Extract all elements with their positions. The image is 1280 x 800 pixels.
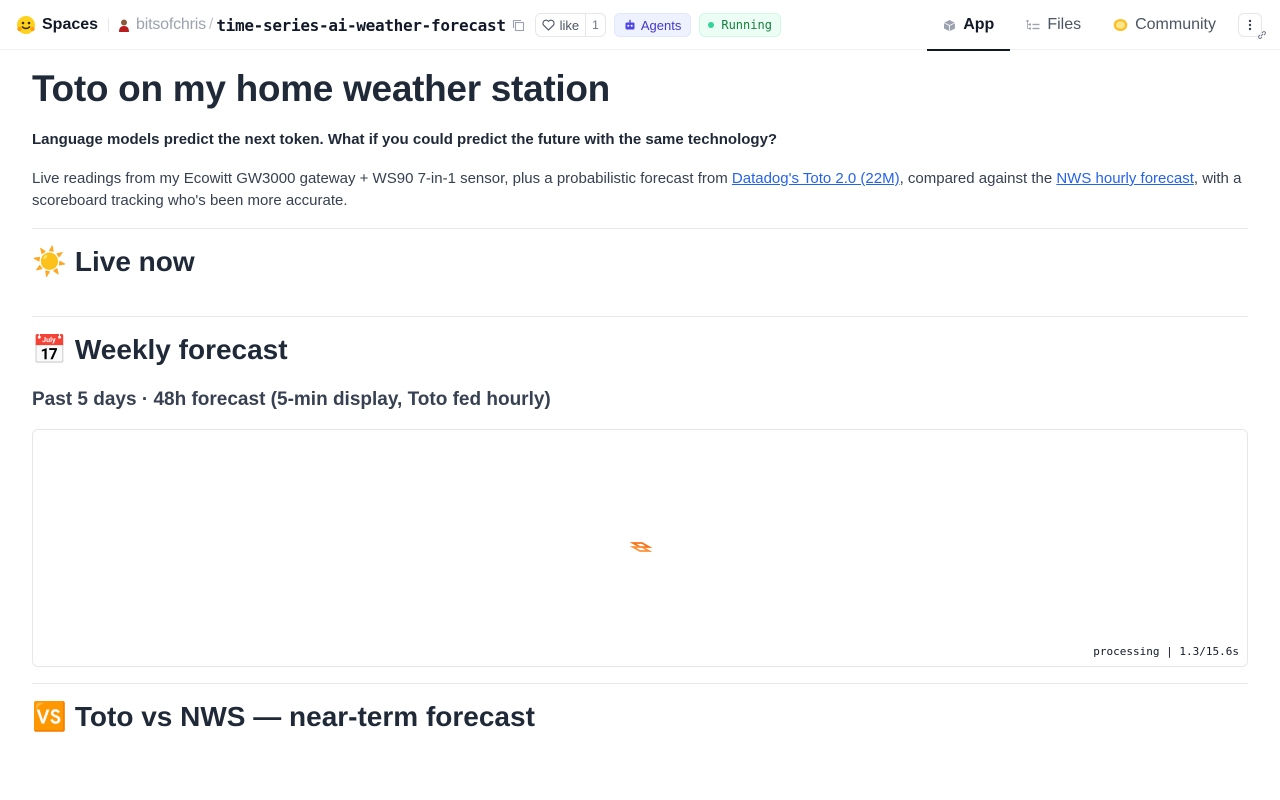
repo-name-link[interactable]: time-series-ai-weather-forecast <box>216 16 506 35</box>
tagline: Language models predict the next token. … <box>32 131 778 148</box>
intro-text-2: , compared against the <box>899 170 1057 187</box>
robot-icon <box>625 19 635 30</box>
tab-app[interactable]: App <box>927 0 1011 51</box>
status-badge[interactable]: Running <box>699 13 781 37</box>
link-icon <box>1258 31 1266 39</box>
section-live-title: Live now <box>74 246 195 277</box>
space-tabs: App Files Community <box>927 0 1280 51</box>
loading-spinner-icon <box>629 540 653 559</box>
breadcrumb: Spaces bitsofchris / time-series-ai-weat… <box>16 0 781 50</box>
top-navigation-bar: Spaces bitsofchris / time-series-ai-weat… <box>0 0 1280 51</box>
section-vs-title: Toto vs NWS — near-term forecast <box>74 701 535 732</box>
section-weekly-title: Weekly forecast <box>74 334 288 365</box>
tab-community-label: Community <box>1135 16 1216 33</box>
divider <box>32 316 1248 317</box>
tab-files[interactable]: Files <box>1010 0 1097 50</box>
more-options-button[interactable] <box>1238 13 1266 39</box>
processing-status: processing | 1.3/15.6s <box>1093 645 1239 658</box>
section-vs-heading: 🆚 Toto vs NWS — near-term forecast <box>32 700 535 734</box>
vertical-dots-icon <box>1248 19 1252 31</box>
breadcrumb-slash: / <box>208 16 214 33</box>
status-dot-icon <box>708 22 715 28</box>
cube-icon <box>944 19 956 31</box>
nws-forecast-link[interactable]: NWS hourly forecast <box>1056 170 1194 187</box>
copy-icon[interactable] <box>512 19 525 32</box>
hugging-face-logo-icon[interactable] <box>16 15 36 35</box>
section-weekly-heading: 📅 Weekly forecast <box>32 333 288 367</box>
user-avatar[interactable] <box>117 18 131 32</box>
divider <box>32 683 1248 684</box>
spaces-link[interactable]: Spaces <box>42 16 98 34</box>
tab-files-label: Files <box>1047 16 1082 33</box>
user-name-link[interactable]: bitsofchris <box>136 16 206 34</box>
toto-model-link[interactable]: Datadog's Toto 2.0 (22M) <box>732 170 900 187</box>
community-icon <box>1113 19 1128 31</box>
weekly-forecast-subtitle: Past 5 days · 48h forecast (5-min displa… <box>32 389 551 410</box>
like-button[interactable]: like 1 <box>534 13 606 37</box>
page-title: Toto on my home weather station <box>32 68 610 109</box>
like-label: like <box>559 17 580 33</box>
status-label: Running <box>721 18 772 32</box>
tab-app-label: App <box>963 16 995 33</box>
app-content: Toto on my home weather station Language… <box>32 50 1248 212</box>
breadcrumb-divider <box>108 18 110 32</box>
vs-icon: 🆚 <box>32 701 67 732</box>
heart-icon <box>542 19 555 31</box>
files-icon <box>1026 20 1040 30</box>
intro-paragraph: Live readings from my Ecowitt GW3000 gat… <box>32 168 1248 212</box>
sun-icon: ☀️ <box>32 246 67 277</box>
like-count[interactable]: 1 <box>585 14 605 36</box>
like-button-main[interactable]: like <box>536 14 586 36</box>
intro-text-1: Live readings from my Ecowitt GW3000 gat… <box>32 170 732 187</box>
agents-button[interactable]: Agents <box>613 13 692 37</box>
section-live-heading: ☀️ Live now <box>32 245 195 279</box>
tab-community[interactable]: Community <box>1097 0 1232 50</box>
weekly-forecast-plot[interactable]: processing | 1.3/15.6s <box>32 429 1248 667</box>
divider <box>32 228 1248 229</box>
agents-label: Agents <box>640 17 682 33</box>
calendar-icon: 📅 <box>32 334 67 365</box>
